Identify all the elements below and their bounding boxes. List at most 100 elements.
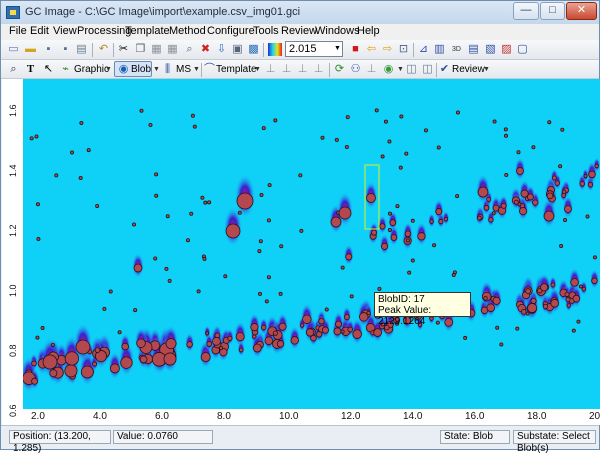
colormap-icon[interactable]	[268, 43, 282, 56]
blob-marker[interactable]	[486, 303, 496, 312]
image-icon[interactable]: ▩	[247, 43, 260, 56]
blob-marker[interactable]	[272, 330, 278, 336]
blob-marker[interactable]	[75, 339, 91, 355]
blob-marker[interactable]	[154, 193, 159, 198]
blob-marker[interactable]	[290, 336, 299, 345]
blob-marker[interactable]	[80, 365, 94, 379]
blob-marker[interactable]	[491, 211, 496, 216]
save-all-icon[interactable]: ▪	[59, 43, 72, 56]
blob-marker[interactable]	[383, 119, 388, 124]
blob-marker[interactable]	[525, 288, 532, 294]
blob-marker[interactable]	[390, 234, 398, 241]
menu-windows[interactable]: Windows	[315, 25, 360, 37]
blob-marker[interactable]	[35, 335, 40, 340]
blob-marker[interactable]	[70, 150, 75, 155]
blob-marker[interactable]	[345, 115, 350, 120]
blob-marker[interactable]	[207, 200, 212, 205]
blob-marker[interactable]	[109, 363, 120, 374]
blob-marker[interactable]	[266, 275, 271, 280]
blob-marker[interactable]	[266, 218, 271, 223]
blob-marker[interactable]	[591, 277, 598, 285]
blob-marker[interactable]	[515, 326, 520, 331]
blob-marker[interactable]	[42, 354, 58, 370]
blob-marker[interactable]	[120, 356, 133, 369]
ms-spectrum-icon[interactable]: ⫼	[161, 63, 174, 76]
blob-marker[interactable]	[559, 244, 564, 249]
blob-marker[interactable]	[225, 223, 241, 239]
blob-marker[interactable]	[581, 286, 587, 292]
blob-marker[interactable]	[531, 145, 536, 150]
close-button[interactable]: ✕	[566, 2, 597, 20]
blob-marker[interactable]	[564, 205, 572, 213]
print-icon[interactable]: ▤	[75, 43, 88, 56]
chevron-down-icon[interactable]: ▼	[153, 66, 160, 73]
blob-marker[interactable]	[516, 167, 524, 175]
blob-marker[interactable]	[132, 222, 137, 227]
blob-marker[interactable]	[432, 243, 437, 248]
report-icon[interactable]: ▧	[484, 43, 497, 56]
network-icon[interactable]: ⚇	[349, 63, 362, 76]
settings-icon[interactable]: ▣	[231, 43, 244, 56]
blob-marker[interactable]	[347, 326, 354, 333]
window-icon[interactable]: ▢	[516, 43, 529, 56]
blob-marker[interactable]	[343, 314, 350, 321]
export-icon[interactable]: ▨	[500, 43, 513, 56]
magnifier-icon[interactable]: ⌕	[7, 63, 20, 76]
blob-marker[interactable]	[519, 207, 528, 216]
blob-marker[interactable]	[483, 296, 488, 301]
blob-marker[interactable]	[200, 195, 205, 200]
blob-marker[interactable]	[203, 200, 208, 205]
blob-marker[interactable]	[366, 193, 376, 203]
blob-marker[interactable]	[374, 108, 379, 113]
blob-marker[interactable]	[133, 308, 138, 313]
blob-marker[interactable]	[92, 361, 98, 367]
minimize-button[interactable]: —	[513, 2, 539, 20]
blob-marker[interactable]	[31, 377, 39, 385]
import-icon[interactable]: ⇩	[215, 43, 228, 56]
blob-marker[interactable]	[94, 347, 101, 353]
blob-marker[interactable]	[238, 347, 244, 353]
template-move-icon[interactable]: ⊥	[312, 63, 325, 76]
template-match-icon[interactable]: ⊥	[280, 63, 293, 76]
blob-marker[interactable]	[223, 274, 228, 279]
blob-marker[interactable]	[165, 338, 177, 350]
blob-marker[interactable]	[320, 135, 325, 140]
blob-marker[interactable]	[86, 148, 91, 153]
maximize-button[interactable]: □	[540, 2, 565, 20]
blob-marker[interactable]	[492, 296, 501, 305]
blob-marker[interactable]	[547, 120, 552, 125]
blob-marker[interactable]	[387, 211, 392, 216]
chevron-down-icon[interactable]: ▼	[483, 66, 490, 73]
blob-marker[interactable]	[167, 278, 172, 283]
blob-marker[interactable]	[318, 317, 325, 325]
blob-marker[interactable]	[189, 211, 194, 216]
blob-marker[interactable]	[165, 214, 170, 219]
blob-marker[interactable]	[278, 322, 287, 331]
paste-icon[interactable]: ▦	[150, 43, 163, 56]
filter-icon[interactable]: ⊥	[365, 63, 378, 76]
blob-marker[interactable]	[302, 314, 312, 325]
blob-marker[interactable]	[260, 324, 267, 331]
blob-marker[interactable]	[404, 230, 412, 238]
blob-marker[interactable]	[345, 253, 353, 261]
blob-marker[interactable]	[29, 136, 34, 141]
blob-marker[interactable]	[550, 282, 556, 288]
blob-marker[interactable]	[258, 239, 263, 244]
blob-marker[interactable]	[261, 126, 266, 131]
blob-marker[interactable]	[36, 237, 41, 242]
blob-marker[interactable]	[578, 284, 583, 289]
blob-marker[interactable]	[435, 208, 443, 216]
blob-marker[interactable]	[186, 341, 193, 348]
blob-marker[interactable]	[564, 291, 570, 297]
blob-marker[interactable]	[525, 311, 530, 316]
blob-marker[interactable]	[576, 319, 581, 324]
blob-marker[interactable]	[278, 291, 283, 296]
review-icon[interactable]: ✔	[438, 63, 451, 76]
menu-configure[interactable]: Configure	[207, 25, 255, 37]
blob-marker[interactable]	[227, 335, 233, 341]
blob-marker[interactable]	[366, 310, 371, 316]
blob-marker[interactable]	[219, 346, 224, 351]
blob-marker[interactable]	[526, 193, 534, 201]
menu-file[interactable]: File	[9, 25, 27, 37]
review-tool-label[interactable]: Review	[452, 64, 485, 75]
